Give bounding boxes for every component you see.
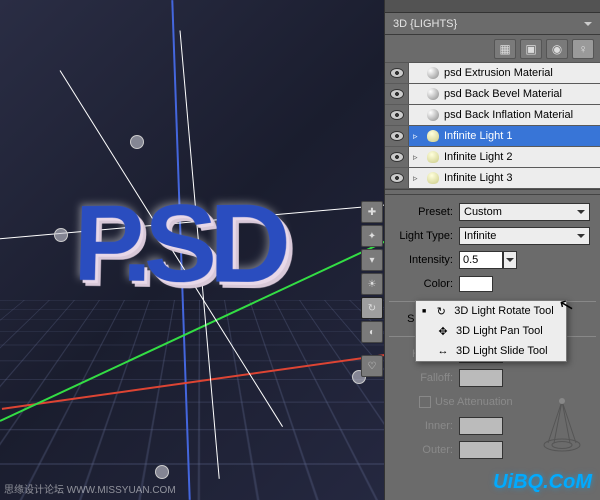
panel-tab[interactable]: 3D {LIGHTS} — [385, 13, 600, 35]
layer-row[interactable]: ▹Infinite Light 3 — [385, 168, 600, 189]
falloff-input — [459, 369, 503, 387]
layer-label: psd Back Inflation Material — [409, 105, 600, 125]
attenuation-label: Use Attenuation — [435, 396, 519, 408]
flyout-item[interactable]: ↻3D Light Rotate Tool — [416, 301, 566, 321]
bulb-icon — [427, 130, 439, 142]
light-type-label: Light Type: — [389, 230, 459, 242]
visibility-toggle[interactable] — [385, 126, 409, 146]
light-toggle-icon[interactable]: ♡ — [361, 355, 383, 377]
outer-input — [459, 441, 503, 459]
layer-label: ▹Infinite Light 2 — [409, 147, 600, 167]
falloff-label: Falloff: — [389, 372, 459, 384]
light-color-icon[interactable]: ◐ — [361, 321, 383, 343]
tool-icon: ↔ — [436, 344, 450, 358]
eye-icon — [390, 110, 404, 120]
eye-icon — [390, 68, 404, 78]
inner-label: Inner: — [389, 420, 459, 432]
light-properties: ✚ ✦ ▾ ☀ ↻ ◐ ♡ Preset: Custom Light Type:… — [385, 195, 600, 500]
visibility-toggle[interactable] — [385, 168, 409, 188]
layer-list: psd Extrusion Materialpsd Back Bevel Mat… — [385, 63, 600, 189]
eye-icon — [390, 89, 404, 99]
watermark-right: UiBQ.CoM — [493, 471, 592, 494]
tool-icon: ↻ — [434, 304, 448, 318]
light-infinite-icon[interactable]: ☀ — [361, 273, 383, 295]
intensity-label: Intensity: — [389, 254, 459, 266]
light-point-icon[interactable]: ✦ — [361, 225, 383, 247]
3d-viewport[interactable]: P.SD 思缘设计论坛 WWW.MISSYUAN.COM — [0, 0, 384, 500]
3d-lights-panel: 3D {LIGHTS} ▦ ▣ ◉ ♀ psd Extrusion Materi… — [384, 0, 600, 500]
layer-row[interactable]: psd Extrusion Material — [385, 63, 600, 84]
visibility-toggle[interactable] — [385, 105, 409, 125]
bulb-icon — [427, 172, 439, 184]
light-type-select[interactable]: Infinite — [459, 227, 590, 245]
layer-row[interactable]: psd Back Bevel Material — [385, 84, 600, 105]
light-handle[interactable] — [54, 228, 68, 242]
light-handle[interactable] — [130, 135, 144, 149]
flyout-item[interactable]: ✥3D Light Pan Tool — [416, 321, 566, 341]
eye-icon — [390, 131, 404, 141]
intensity-input[interactable]: 0.5 — [459, 251, 503, 269]
light-tool-column: ✚ ✦ ▾ ☀ ↻ ◐ ♡ — [361, 201, 383, 377]
filter-light-icon[interactable]: ♀ — [572, 39, 594, 59]
visibility-toggle[interactable] — [385, 147, 409, 167]
tool-icon: ✥ — [436, 324, 450, 338]
filter-material-icon[interactable]: ◉ — [546, 39, 568, 59]
layer-label: psd Back Bevel Material — [409, 84, 600, 104]
panel-header-bar[interactable] — [385, 0, 600, 13]
eye-icon — [390, 173, 404, 183]
layer-label: ▹Infinite Light 3 — [409, 168, 600, 188]
eye-icon — [390, 152, 404, 162]
intensity-slider-icon[interactable] — [503, 251, 517, 269]
preset-select[interactable]: Custom — [459, 203, 590, 221]
visibility-toggle[interactable] — [385, 63, 409, 83]
light-spot-icon[interactable]: ▾ — [361, 249, 383, 271]
light-rotate-tool-icon[interactable]: ↻ — [361, 297, 383, 319]
inner-input — [459, 417, 503, 435]
filter-icon-row: ▦ ▣ ◉ ♀ — [385, 35, 600, 63]
watermark-left: 思缘设计论坛 WWW.MISSYUAN.COM — [4, 481, 176, 496]
light-handle[interactable] — [155, 465, 169, 479]
panel-flyout-icon[interactable] — [584, 22, 592, 30]
light-cone-diagram — [542, 397, 582, 452]
filter-mesh-icon[interactable]: ▣ — [520, 39, 542, 59]
visibility-toggle[interactable] — [385, 84, 409, 104]
filter-scene-icon[interactable]: ▦ — [494, 39, 516, 59]
color-label: Color: — [389, 278, 459, 290]
layer-label: ▹Infinite Light 1 — [409, 126, 600, 146]
new-light-icon[interactable]: ✚ — [361, 201, 383, 223]
outer-label: Outer: — [389, 444, 459, 456]
3d-text-object[interactable]: P.SD — [72, 179, 283, 309]
light-tool-flyout: ↻3D Light Rotate Tool✥3D Light Pan Tool↔… — [415, 300, 567, 362]
sphere-icon — [427, 88, 439, 100]
flyout-item[interactable]: ↔3D Light Slide Tool — [416, 341, 566, 361]
bulb-icon — [427, 151, 439, 163]
sphere-icon — [427, 109, 439, 121]
panel-title: 3D {LIGHTS} — [393, 18, 457, 30]
color-swatch[interactable] — [459, 276, 493, 292]
layer-label: psd Extrusion Material — [409, 63, 600, 83]
layer-row[interactable]: ▹Infinite Light 2 — [385, 147, 600, 168]
sphere-icon — [427, 67, 439, 79]
layer-row[interactable]: psd Back Inflation Material — [385, 105, 600, 126]
preset-label: Preset: — [389, 206, 459, 218]
layer-row[interactable]: ▹Infinite Light 1 — [385, 126, 600, 147]
attenuation-checkbox[interactable] — [419, 396, 431, 408]
